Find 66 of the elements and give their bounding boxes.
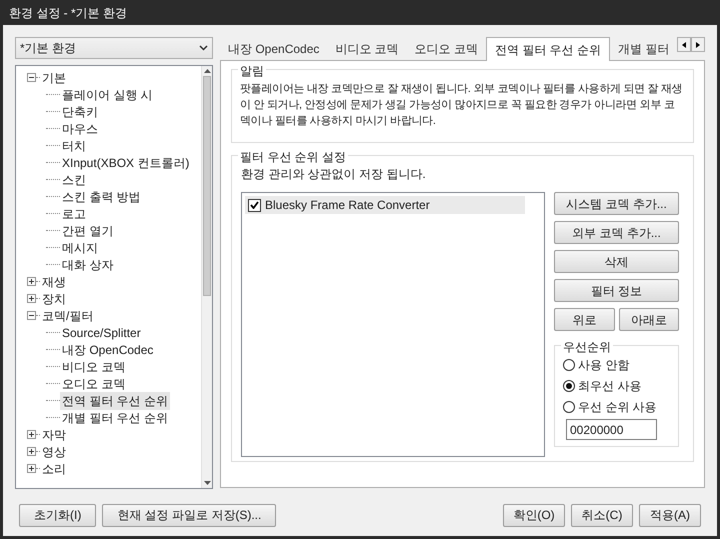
action-button[interactable]: 필터 정보 <box>554 279 679 302</box>
group-subtitle: 환경 관리와 상관없이 저장 됩니다. <box>241 166 427 183</box>
tree-item[interactable]: 개별 필터 우선 순위 <box>60 408 170 426</box>
expand-icon[interactable] <box>27 464 36 473</box>
tree-item[interactable]: 메시지 <box>60 238 100 256</box>
radio-button[interactable] <box>563 358 575 370</box>
expand-icon[interactable] <box>27 430 36 439</box>
chevron-down-icon <box>199 45 208 51</box>
tree-item[interactable]: 기본 <box>40 68 68 86</box>
tree-item[interactable]: 소리 <box>40 460 68 478</box>
tab[interactable]: 내장 OpenCodec <box>220 38 328 60</box>
tree-item[interactable]: 코덱/필터 <box>40 306 96 324</box>
tree-item[interactable]: 스킨 출력 방법 <box>60 188 143 206</box>
checkbox[interactable] <box>248 198 261 212</box>
move-button[interactable]: 위로 <box>554 308 614 331</box>
tree-item[interactable]: 영상 <box>40 442 68 460</box>
expand-icon[interactable] <box>27 294 36 303</box>
tab[interactable]: 오디오 코덱 <box>406 38 486 60</box>
tab[interactable]: 비디오 코덱 <box>327 38 407 60</box>
footer-button[interactable]: 확인(O) <box>503 504 565 526</box>
action-button[interactable]: 삭제 <box>554 250 679 273</box>
collapse-icon[interactable] <box>27 73 36 82</box>
radio-button[interactable] <box>563 400 575 412</box>
tree-item[interactable]: 전역 필터 우선 순위 <box>60 392 170 410</box>
footer-button[interactable]: 현재 설정 파일로 저장(S)... <box>102 504 276 526</box>
window-title: 환경 설정 - *기본 환경 <box>8 4 128 22</box>
tree-item[interactable]: 재생 <box>40 272 68 290</box>
tree-item[interactable]: 대화 상자 <box>60 256 116 274</box>
tree-item[interactable]: 플레이어 실행 시 <box>60 86 155 104</box>
scroll-right-icon[interactable] <box>691 37 705 52</box>
filter-item[interactable]: Bluesky Frame Rate Converter <box>245 196 525 214</box>
tree-item[interactable]: XInput(XBOX 컨트롤러) <box>60 154 192 172</box>
footer-button[interactable]: 적용(A) <box>639 504 701 526</box>
notice-text: 팟플레이어는 내장 코덱만으로 잘 재생이 됩니다. 외부 코덱이나 필터를 사용하게 되면 잘 재생이 안 되거나, 안정성에 문제가 생길 가능성이 많아지므로 꼭 필요한 경우가 아니라면 외부 코덱이나 필터를 사용하지 마시기 바랍니다. <box>240 82 684 129</box>
tree-item[interactable]: 비디오 코덱 <box>60 358 128 376</box>
tree-item[interactable]: 장치 <box>40 290 68 308</box>
move-button[interactable]: 아래로 <box>618 308 679 331</box>
tree-item[interactable]: 내장 OpenCodec <box>60 340 156 358</box>
scrollbar[interactable] <box>201 66 212 488</box>
action-button[interactable]: 시스템 코덱 추가... <box>554 192 679 215</box>
footer-button[interactable]: 초기화(I) <box>19 504 96 526</box>
tab[interactable]: 개별 필터 <box>610 38 678 60</box>
radio-label: 우선 순위 사용 <box>578 398 657 416</box>
tab[interactable]: 전역 필터 우선 순위 <box>486 37 610 61</box>
tree-item[interactable]: 마우스 <box>60 120 100 138</box>
tree-item[interactable]: 터치 <box>60 136 88 154</box>
expand-icon[interactable] <box>27 447 36 456</box>
tree-item[interactable]: 스킨 <box>60 170 88 188</box>
tree-item[interactable]: 로고 <box>60 204 88 222</box>
expand-icon[interactable] <box>27 277 36 286</box>
scroll-up-icon[interactable] <box>204 69 210 73</box>
priority-input[interactable]: 00200000 <box>566 419 657 440</box>
tree-item[interactable]: 오디오 코덱 <box>60 374 128 392</box>
scroll-left-icon[interactable] <box>677 37 691 52</box>
profile-select[interactable]: *기본 환경 <box>15 37 213 59</box>
radio-label: 사용 안함 <box>578 356 630 374</box>
collapse-icon[interactable] <box>27 311 36 320</box>
radio-label: 최우선 사용 <box>578 378 642 394</box>
radio-button[interactable] <box>563 380 575 392</box>
scroll-down-icon[interactable] <box>204 481 210 485</box>
tree-item[interactable]: Source/Splitter <box>60 324 143 342</box>
footer-button[interactable]: 취소(C) <box>571 504 633 526</box>
action-button[interactable]: 외부 코덱 추가... <box>554 221 679 244</box>
tree-item[interactable]: 간편 열기 <box>60 222 116 240</box>
tree-item[interactable]: 자막 <box>40 426 68 444</box>
tree-item[interactable]: 단축키 <box>60 102 100 120</box>
